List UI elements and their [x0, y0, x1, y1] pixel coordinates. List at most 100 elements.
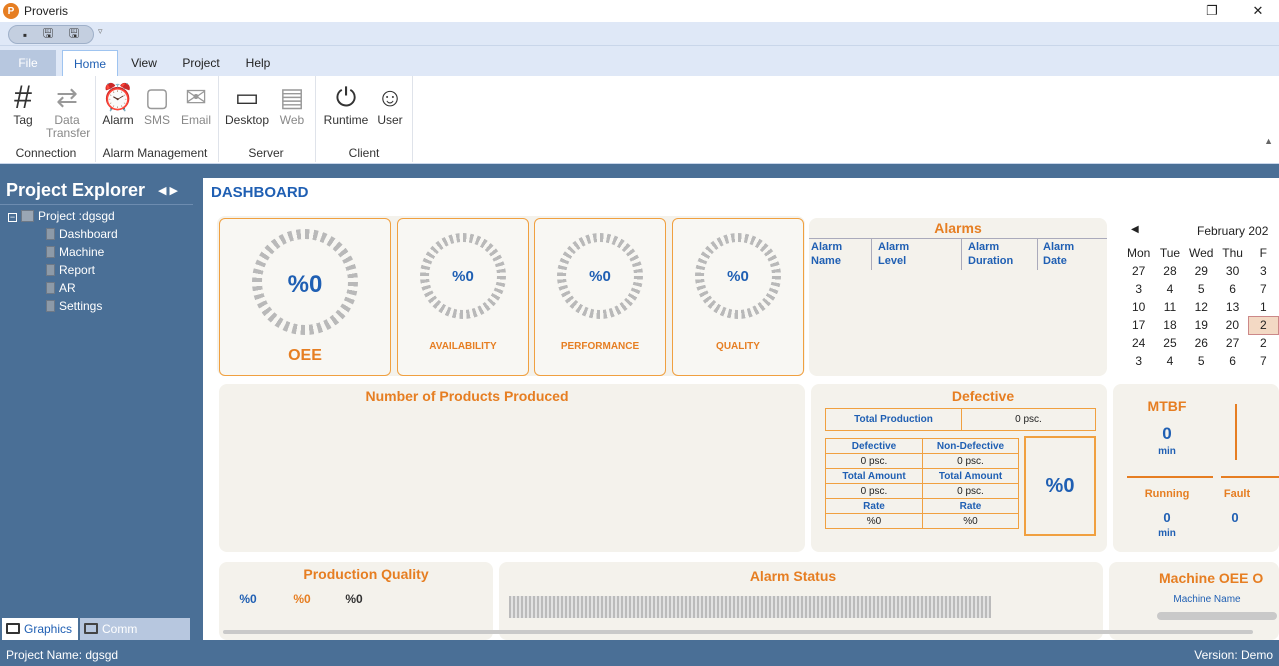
- qat-dropdown-icon[interactable]: ▿: [98, 26, 103, 37]
- tab-comm[interactable]: Comm: [80, 618, 190, 640]
- oee-value: %0: [287, 271, 323, 298]
- alarm-status-bar: [509, 596, 991, 618]
- tag-button[interactable]: # Tag: [6, 80, 40, 127]
- calendar-day[interactable]: 7: [1248, 280, 1278, 298]
- calendar-day[interactable]: 2: [1248, 334, 1278, 352]
- calendar-day[interactable]: 6: [1217, 280, 1248, 298]
- production-quality-panel: Production Quality %0 %0 %0: [219, 562, 493, 640]
- explorer-nav-arrows[interactable]: ◀ ▶: [158, 184, 178, 197]
- col-alarm-date: Alarm Date: [1043, 241, 1075, 267]
- running-unit: min: [1158, 528, 1176, 539]
- weekday: Tue: [1159, 246, 1181, 260]
- user-button[interactable]: ☺ User: [374, 80, 406, 127]
- defective-rate: %0: [825, 513, 923, 529]
- calendar-day[interactable]: 12: [1186, 298, 1217, 316]
- tree-item-dashboard[interactable]: Dashboard: [46, 227, 118, 241]
- tree-project-node[interactable]: − Project :dgsgd: [8, 209, 115, 223]
- availability-label: AVAILABILITY: [429, 341, 497, 352]
- calendar-day[interactable]: 5: [1186, 352, 1217, 370]
- availability-value: %0: [452, 268, 474, 285]
- tab-file[interactable]: File: [0, 50, 56, 76]
- calendar-day[interactable]: 3: [1123, 280, 1154, 298]
- mtbf-panel: MTBF 0 min Running Fault 0 0 min: [1113, 384, 1279, 552]
- tree-item-settings[interactable]: Settings: [46, 299, 102, 313]
- weekday: F: [1259, 246, 1267, 260]
- machine-oee-scrollbar[interactable]: [1157, 612, 1277, 620]
- sms-icon: ▢: [144, 81, 170, 112]
- tree-item-machine[interactable]: Machine: [46, 245, 104, 259]
- data-transfer-label: Data Transfer: [46, 113, 91, 140]
- col-alarm-duration: Alarm Duration: [968, 241, 1014, 267]
- calendar-day[interactable]: 3: [1248, 262, 1278, 280]
- calendar-day[interactable]: 19: [1186, 316, 1217, 334]
- horizontal-scrollbar[interactable]: [223, 630, 1253, 634]
- tab-project[interactable]: Project: [176, 50, 226, 76]
- restore-icon[interactable]: ❐: [1202, 2, 1222, 20]
- calendar-day[interactable]: 3: [1123, 352, 1154, 370]
- dashboard-canvas: DASHBOARD %0 OEE %0 AVAILABILITY %0 PERF…: [203, 178, 1279, 640]
- alarm-status-title: Alarm Status: [749, 568, 837, 584]
- calendar-day[interactable]: 13: [1217, 298, 1248, 316]
- calendar-day[interactable]: 4: [1154, 280, 1185, 298]
- mtbf-title: MTBF: [1147, 398, 1187, 414]
- calendar-day[interactable]: 24: [1123, 334, 1154, 352]
- calendar-day[interactable]: 27: [1123, 262, 1154, 280]
- defective-table: Defective Non-Defective 0 psc. 0 psc. Tota…: [825, 438, 1019, 529]
- col-alarm-name: Alarm Name: [811, 241, 843, 267]
- sms-button[interactable]: ▢ SMS: [142, 80, 172, 127]
- prev-month-icon[interactable]: ◀: [1131, 224, 1139, 235]
- tab-help[interactable]: Help: [238, 50, 278, 76]
- collapse-icon[interactable]: −: [8, 213, 17, 222]
- power-icon: ⏻: [335, 81, 357, 112]
- new-icon[interactable]: ▪: [23, 28, 27, 42]
- save-all-icon[interactable]: 🖫: [69, 24, 79, 45]
- calendar-day[interactable]: 20: [1217, 316, 1248, 334]
- calendar-day[interactable]: 17: [1123, 316, 1154, 334]
- calendar-day[interactable]: 7: [1248, 352, 1278, 370]
- calendar-day[interactable]: 4: [1154, 352, 1185, 370]
- close-icon[interactable]: ✕: [1248, 2, 1268, 20]
- defective-total: 0 psc.: [825, 483, 923, 499]
- calendar-day[interactable]: 10: [1123, 298, 1154, 316]
- collapse-ribbon-icon[interactable]: ▲: [1264, 136, 1273, 146]
- monitor-icon: [84, 623, 98, 634]
- email-button[interactable]: ✉ Email: [178, 80, 214, 127]
- calendar-day[interactable]: 28: [1154, 262, 1185, 280]
- tree-item-ar[interactable]: AR: [46, 281, 76, 295]
- quality-value: %0: [727, 268, 749, 285]
- calendar-day[interactable]: 27: [1217, 334, 1248, 352]
- tree-item-label: Machine: [59, 245, 105, 259]
- tab-graphics[interactable]: Graphics: [2, 618, 78, 640]
- calendar-day[interactable]: 1: [1248, 298, 1278, 316]
- calendar-day[interactable]: 11: [1154, 298, 1185, 316]
- web-icon: ▤: [279, 81, 305, 112]
- calendar-day-selected[interactable]: 2: [1247, 315, 1279, 335]
- weekday: Thu: [1222, 246, 1243, 260]
- calendar-day[interactable]: 6: [1217, 352, 1248, 370]
- project-tree: − Project :dgsgd Dashboard Machine Report…: [0, 204, 193, 616]
- calendar-day[interactable]: 25: [1154, 334, 1185, 352]
- machine-name-col: Machine Name: [1173, 594, 1241, 605]
- hash-icon: #: [14, 78, 32, 115]
- col-divider: [961, 238, 962, 270]
- alarms-divider: [809, 238, 1107, 239]
- desktop-button[interactable]: ▭ Desktop: [224, 80, 270, 127]
- tree-item-report[interactable]: Report: [46, 263, 95, 277]
- mtbf-unit: min: [1158, 446, 1176, 457]
- alarm-button[interactable]: ⏰ Alarm: [100, 80, 136, 127]
- calendar-day[interactable]: 29: [1186, 262, 1217, 280]
- web-button[interactable]: ▤ Web: [276, 80, 308, 127]
- defective-count: 0 psc.: [825, 453, 923, 469]
- save-icon[interactable]: 🖫: [43, 24, 53, 45]
- oee-label: OEE: [288, 347, 322, 364]
- calendar-day[interactable]: 26: [1186, 334, 1217, 352]
- calendar-day[interactable]: 5: [1186, 280, 1217, 298]
- data-transfer-button[interactable]: ⇄ Data Transfer: [46, 80, 91, 140]
- page-icon: [46, 282, 55, 294]
- tab-view[interactable]: View: [124, 50, 164, 76]
- runtime-button[interactable]: ⏻ Runtime: [322, 80, 370, 127]
- calendar-day[interactable]: 18: [1154, 316, 1185, 334]
- calendar-day[interactable]: 30: [1217, 262, 1248, 280]
- fault-value: 0: [1231, 510, 1239, 525]
- tab-home[interactable]: Home: [62, 50, 118, 76]
